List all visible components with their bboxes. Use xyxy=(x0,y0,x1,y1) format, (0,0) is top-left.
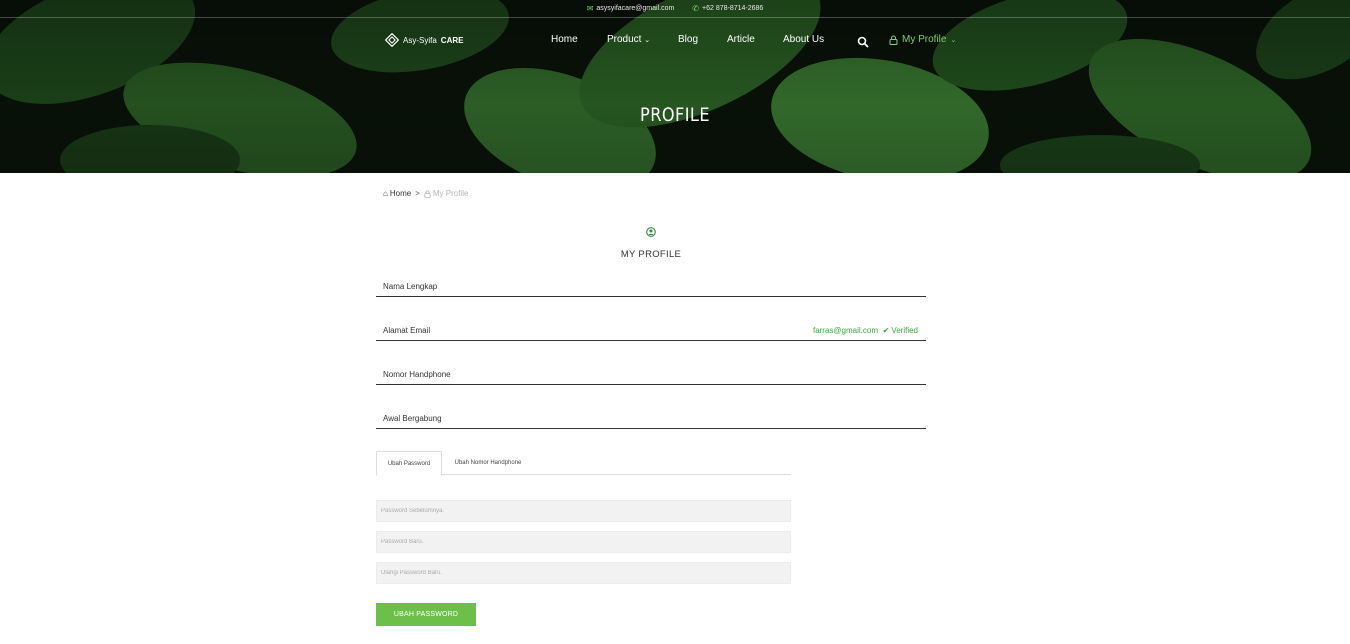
field-awal-bergabung: Awal Bergabung xyxy=(376,414,926,429)
nav-my-profile-label: My Profile xyxy=(902,34,947,45)
breadcrumb-home-label: Home xyxy=(389,189,412,198)
old-password-input[interactable] xyxy=(376,500,791,522)
topbar-email[interactable]: ✉ asysyifacare@gmail.com xyxy=(587,4,675,13)
new-password-input[interactable] xyxy=(376,531,791,553)
field-nomor-handphone: Nomor Handphone xyxy=(376,370,926,385)
hero-banner: ✉ asysyifacare@gmail.com ✆ +62 878-8714-… xyxy=(0,0,1350,173)
field-alamat-email: Alamat Email farras@gmail.com ✔ Verified xyxy=(376,326,926,341)
chevron-down-icon: ⌄ xyxy=(950,36,957,44)
repeat-password-input[interactable] xyxy=(376,562,791,584)
nav-article[interactable]: Article xyxy=(727,34,755,45)
field-label: Alamat Email xyxy=(383,326,431,335)
brand-logo[interactable]: Asy-Syifa CARE xyxy=(385,33,463,47)
top-contact-bar: ✉ asysyifacare@gmail.com ✆ +62 878-8714-… xyxy=(0,0,1350,18)
breadcrumb-separator: > xyxy=(415,189,420,198)
verified-badge: ✔ Verified xyxy=(883,326,918,335)
lock-icon xyxy=(889,35,898,45)
profile-heading: MY PROFILE xyxy=(620,249,682,260)
settings-tabs: Ubah Password Ubah Nomor Handphone xyxy=(376,451,791,476)
page-title: PROFILE xyxy=(640,104,710,126)
tab-ubah-password[interactable]: Ubah Password xyxy=(376,451,442,476)
chevron-down-icon: ⌄ xyxy=(644,37,651,44)
envelope-icon: ✉ xyxy=(586,4,594,13)
breadcrumb-home[interactable]: ⌂ Home xyxy=(383,189,411,198)
brand-name-part2: CARE xyxy=(440,35,464,45)
nav-about[interactable]: About Us xyxy=(783,34,824,45)
nav-product[interactable]: Product ⌄ xyxy=(607,34,650,45)
topbar-email-text: asysyifacare@gmail.com xyxy=(596,5,675,12)
field-nama-lengkap: Nama Lengkap xyxy=(376,282,926,297)
email-value: farras@gmail.com xyxy=(812,326,878,335)
brand-name-part1: Asy-Syifa xyxy=(403,35,437,45)
breadcrumb-current-label: My Profile xyxy=(432,189,469,198)
field-label: Nama Lengkap xyxy=(383,282,438,291)
search-icon[interactable] xyxy=(857,36,869,48)
whatsapp-icon: ✆ xyxy=(692,4,699,13)
breadcrumb: ⌂ Home > My Profile xyxy=(383,189,468,198)
logo-diamond-icon xyxy=(385,33,399,47)
home-icon: ⌂ xyxy=(383,189,388,198)
check-icon: ✔ xyxy=(882,326,890,335)
field-label: Nomor Handphone xyxy=(383,370,451,379)
nav-blog[interactable]: Blog xyxy=(678,34,698,45)
nav-my-profile[interactable]: My Profile ⌄ xyxy=(889,34,956,45)
user-circle-icon xyxy=(646,227,656,237)
nav-home[interactable]: Home xyxy=(551,34,578,45)
main-navbar: Asy-Syifa CARE Home Product ⌄ Blog Artic… xyxy=(0,19,1350,63)
tab-ubah-nomor-handphone[interactable]: Ubah Nomor Handphone xyxy=(448,451,528,475)
topbar-phone-text: +62 878-8714-2686 xyxy=(702,5,764,12)
breadcrumb-current: My Profile xyxy=(424,189,469,198)
nav-product-label: Product xyxy=(607,34,642,45)
change-password-button[interactable]: UBAH PASSWORD xyxy=(376,603,476,626)
topbar-phone[interactable]: ✆ +62 878-8714-2686 xyxy=(692,4,763,13)
lock-icon xyxy=(424,190,431,198)
verified-label: Verified xyxy=(891,326,918,335)
field-label: Awal Bergabung xyxy=(383,414,442,423)
